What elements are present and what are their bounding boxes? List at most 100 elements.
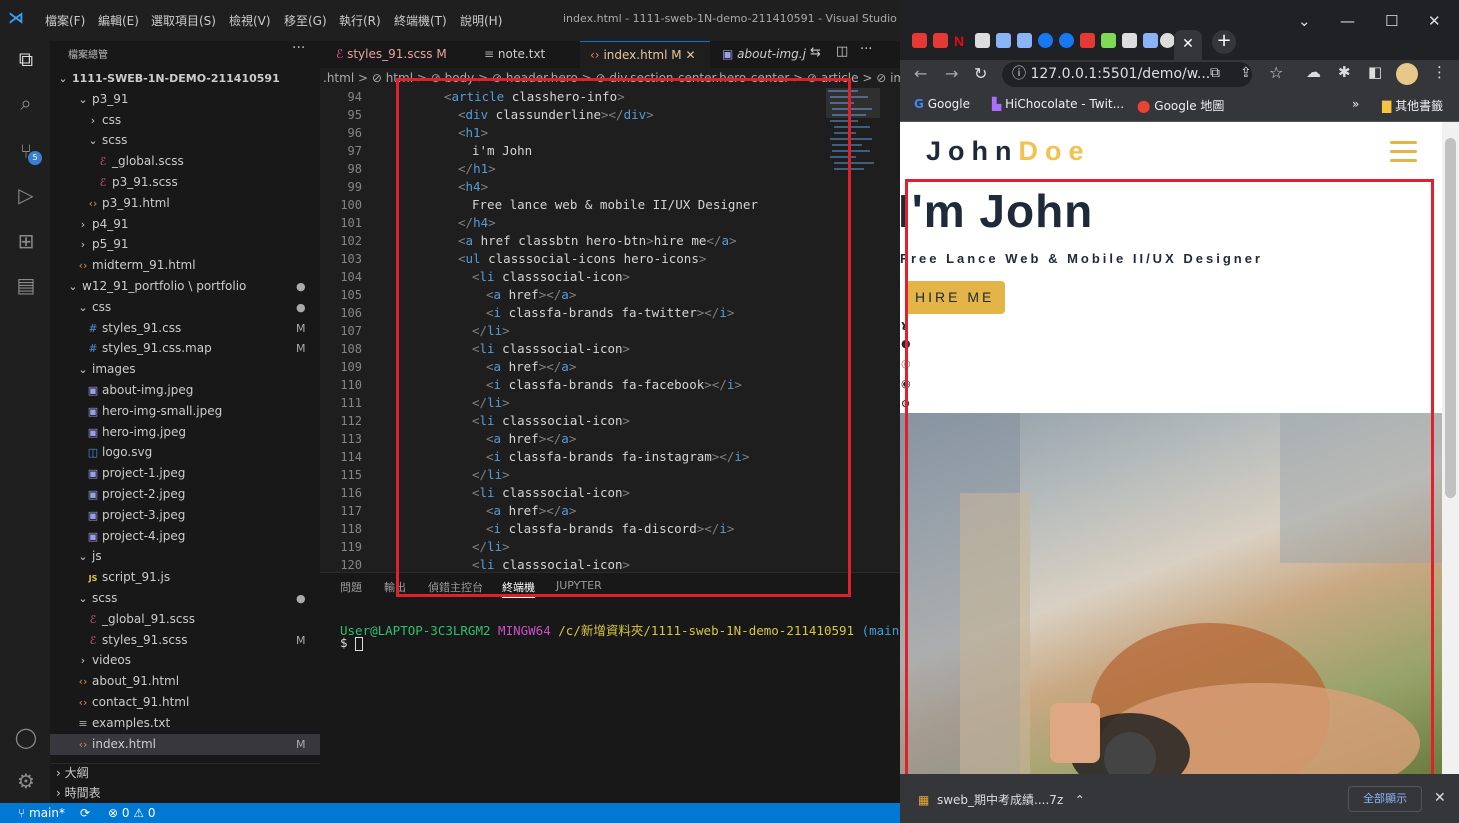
download-item[interactable]: ▦ sweb_期中考成績....7z ⌃ — [918, 791, 1085, 808]
split-editor-icon[interactable]: ◫ — [836, 44, 848, 59]
site-logo[interactable]: JohnDoe — [926, 136, 1091, 167]
explorer-item[interactable]: ◫ logo.svg — [50, 442, 320, 463]
menu-terminal[interactable]: 終端機(T) — [394, 12, 447, 29]
menu-go[interactable]: 移至(G) — [284, 12, 327, 29]
minimize-icon[interactable]: — — [1340, 12, 1355, 30]
run-debug-icon[interactable]: ▷ — [13, 182, 39, 208]
menu-file[interactable]: 檔案(F) — [45, 12, 85, 29]
tab-icon[interactable] — [1017, 33, 1032, 48]
explorer-item[interactable]: ⌄ scss ● — [50, 588, 320, 609]
explorer-item[interactable]: ⌄ images — [50, 359, 320, 380]
tab-icon[interactable] — [996, 33, 1011, 48]
new-tab-button[interactable]: + — [1212, 30, 1236, 54]
explorer-item[interactable]: ℰ _global_91.scss — [50, 609, 320, 630]
explorer-item[interactable]: ⌄ w12_91_portfolio \ portfolio ● — [50, 276, 320, 297]
bookmark-google[interactable]: G Google — [914, 97, 970, 111]
explorer-item[interactable]: ▣ hero-img-small.jpeg — [50, 401, 320, 422]
explorer-item[interactable]: › p5_91 — [50, 234, 320, 255]
account-icon[interactable]: ◯ — [13, 724, 39, 750]
tab-close-icon[interactable]: ✕ — [685, 48, 695, 62]
explorer-item[interactable]: ▣ project-4.jpeg — [50, 526, 320, 547]
tab-search-icon[interactable]: ⌄ — [1298, 12, 1311, 30]
close-window-icon[interactable]: ✕ — [1428, 12, 1441, 30]
page-scrollbar-thumb[interactable] — [1445, 138, 1456, 498]
search-icon[interactable]: ⌕ — [13, 90, 39, 116]
bookmarks-more-icon[interactable]: » — [1352, 97, 1359, 111]
extensions-puzzle-icon[interactable]: ✱ — [1338, 63, 1351, 81]
explorer-item[interactable]: ℰp3_91.scss — [50, 172, 320, 193]
explorer-item[interactable]: ≡ examples.txt — [50, 713, 320, 734]
compare-icon[interactable]: ⇆ — [810, 45, 821, 60]
tab-icon[interactable] — [1160, 33, 1175, 48]
settings-gear-icon[interactable]: ⚙ — [13, 768, 39, 794]
show-all-downloads-button[interactable]: 全部顯示 — [1348, 786, 1422, 812]
tab-note-txt[interactable]: ≡ note.txt — [474, 41, 574, 68]
outline-section[interactable]: › 大綱 — [50, 763, 320, 784]
explorer-item[interactable]: ⌄ 1111-SWEB-1N-DEMO-211410591 — [50, 68, 320, 89]
youtube-tab-icon[interactable] — [933, 33, 948, 48]
sync-icon[interactable]: ⟳ — [80, 803, 90, 823]
other-bookmarks[interactable]: ▇ 其他書籤 — [1382, 97, 1443, 114]
explorer-item[interactable]: ‹› midterm_91.html — [50, 255, 320, 276]
bookmark-hichocolate[interactable]: ▙ HiChocolate - Twit... — [992, 97, 1124, 111]
menu-help[interactable]: 說明(H) — [460, 12, 502, 29]
explorer-item[interactable]: ▣ about-img.jpeg — [50, 380, 320, 401]
explorer-item[interactable]: ▣ hero-img.jpeg — [50, 422, 320, 443]
explorer-item[interactable]: › css — [50, 110, 320, 131]
forward-icon[interactable]: → — [945, 64, 958, 83]
notebook-icon[interactable]: ▤ — [13, 272, 39, 298]
maximize-icon[interactable]: ☐ — [1385, 12, 1398, 30]
close-download-bar-icon[interactable]: ✕ — [1434, 790, 1446, 806]
explorer-item[interactable]: ⌄ css ● — [50, 297, 320, 318]
active-tab-close-icon[interactable]: ✕ — [1174, 30, 1202, 60]
code-tab-icon[interactable] — [1122, 33, 1137, 48]
explorer-icon[interactable]: ⧉ — [13, 46, 39, 72]
tab-index-html[interactable]: ‹› index.html M ✕ — [580, 41, 710, 68]
terminal-prompt-line[interactable]: User@LAPTOP-3C3LRGM2 MINGW64 /c/新增資料夾/11… — [340, 620, 907, 639]
extensions-icon[interactable]: ⊞ — [13, 228, 39, 254]
site-info-icon[interactable]: ⓘ — [1012, 66, 1026, 82]
explorer-item[interactable]: ℰ _global.scss — [50, 151, 320, 172]
translate-icon[interactable]: ⧉ — [1210, 65, 1220, 81]
tab-icon[interactable] — [1101, 33, 1116, 48]
menu-view[interactable]: 檢視(V) — [229, 12, 271, 29]
download-options-icon[interactable]: ⌃ — [1075, 793, 1085, 807]
timeline-section[interactable]: › 時間表 — [50, 783, 320, 804]
tab-icon[interactable] — [1143, 33, 1158, 48]
explorer-item[interactable]: ‹› p3_91.html — [50, 193, 320, 214]
explorer-item[interactable]: ▣ project-3.jpeg — [50, 505, 320, 526]
tab-icon[interactable] — [1080, 33, 1095, 48]
explorer-item[interactable]: › p4_91 — [50, 214, 320, 235]
explorer-item[interactable]: ⌄ scss — [50, 130, 320, 151]
explorer-more-icon[interactable]: ··· — [292, 40, 305, 56]
branch-status[interactable]: ⑂ main* — [18, 803, 65, 823]
hamburger-menu-icon[interactable] — [1390, 141, 1417, 163]
reload-icon[interactable]: ↻ — [974, 64, 987, 83]
explorer-item[interactable]: ▣ project-2.jpeg — [50, 484, 320, 505]
explorer-item[interactable]: ⌄ p3_91 — [50, 89, 320, 110]
side-panel-icon[interactable]: ◧ — [1368, 63, 1382, 81]
explorer-item[interactable]: # styles_91.css M — [50, 318, 320, 339]
panel-tab-problems[interactable]: 問題 — [340, 579, 362, 595]
terminal-input-line[interactable]: $ — [340, 635, 364, 651]
facebook-tab-icon[interactable] — [1059, 33, 1074, 48]
tab-about-img[interactable]: ▣ about-img.j — [712, 41, 808, 68]
bookmark-star-icon[interactable]: ☆ — [1269, 63, 1283, 82]
explorer-item[interactable]: ⌄ js — [50, 546, 320, 567]
menu-run[interactable]: 執行(R) — [339, 12, 381, 29]
editor-more-icon[interactable]: ··· — [860, 42, 872, 57]
tab-styles-scss[interactable]: ℰ styles_91.scss M — [326, 41, 476, 68]
explorer-item[interactable]: ‹› index.html M — [50, 733, 320, 755]
youtube-tab-icon[interactable] — [912, 33, 927, 48]
problems-status[interactable]: ⊗ 0 ⚠ 0 — [108, 803, 156, 823]
explorer-item[interactable]: ‹› contact_91.html — [50, 692, 320, 713]
menu-selection[interactable]: 選取項目(S) — [151, 12, 216, 29]
menu-edit[interactable]: 編輯(E) — [98, 12, 139, 29]
explorer-item[interactable]: ℰstyles_91.scss M — [50, 630, 320, 651]
share-icon[interactable]: ⇪ — [1240, 65, 1252, 81]
chrome-menu-icon[interactable]: ⋮ — [1432, 63, 1447, 81]
tab-icon[interactable] — [975, 33, 990, 48]
netflix-tab-icon[interactable]: N — [954, 33, 969, 49]
explorer-item[interactable]: ▣ project-1.jpeg — [50, 463, 320, 484]
bookmark-google-maps[interactable]: ⬤ Google 地圖 — [1137, 97, 1224, 114]
